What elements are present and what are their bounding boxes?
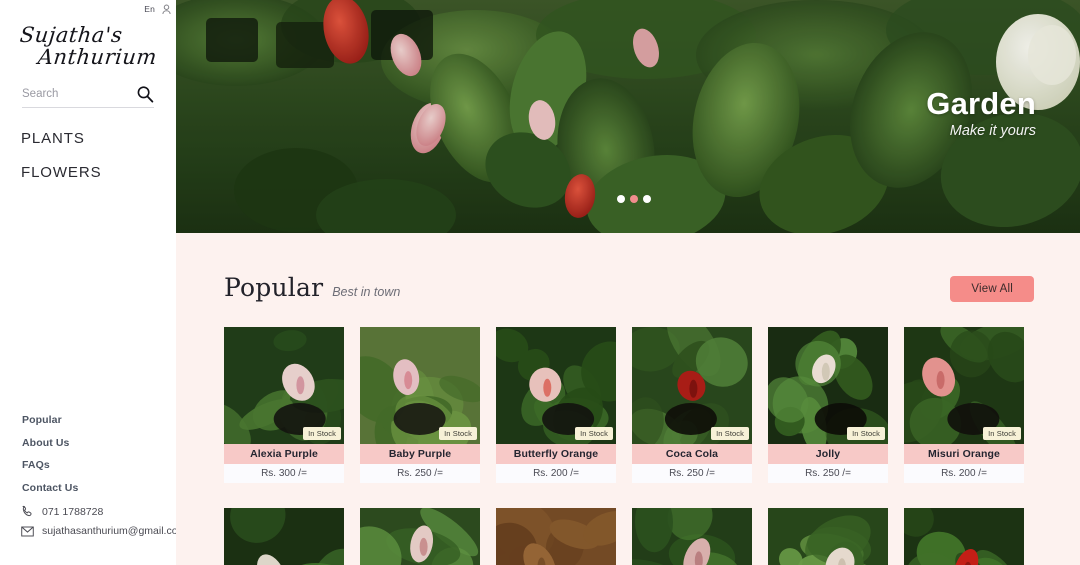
product-image[interactable] (768, 508, 888, 565)
search-icon[interactable] (136, 85, 154, 103)
footer-link-popular[interactable]: Popular (22, 414, 78, 426)
stock-badge: In Stock (847, 427, 885, 440)
hero-subtitle: Make it yours (949, 123, 1036, 139)
product-card[interactable] (360, 508, 480, 565)
contact-info: 071 1788728 sujathasanthurium@gmail.com (21, 505, 186, 544)
main-nav: PLANTS FLOWERS (21, 130, 176, 181)
product-card[interactable]: In Stock Jolly Rs. 250 /= (768, 327, 888, 483)
search-input[interactable] (22, 88, 114, 101)
brand-line-2: Anthurium (36, 45, 159, 70)
footer-link-about-us[interactable]: About Us (22, 437, 78, 449)
product-price: Rs. 250 /= (360, 464, 480, 483)
product-image[interactable] (632, 508, 752, 565)
product-price: Rs. 200 /= (496, 464, 616, 483)
sidebar: En Sujatha's Anthurium PLANTS (0, 0, 186, 565)
envelope-icon (21, 526, 34, 537)
phone-icon (21, 505, 34, 518)
view-all-button[interactable]: View All (950, 276, 1034, 302)
product-image[interactable] (224, 508, 344, 565)
search-bar[interactable] (22, 85, 154, 109)
product-grid: In Stock Alexia Purple Rs. 300 /= In Stock B… (176, 327, 1080, 483)
product-image[interactable] (360, 508, 480, 565)
carousel-dot-3[interactable] (643, 195, 651, 203)
carousel-dot-2[interactable] (630, 195, 638, 203)
phone-number: 071 1788728 (42, 505, 104, 518)
stock-badge: In Stock (439, 427, 477, 440)
email-address: sujathasanthurium@gmail.com (42, 525, 187, 537)
app-root: En Sujatha's Anthurium PLANTS (0, 0, 1080, 565)
product-card[interactable] (768, 508, 888, 565)
product-image[interactable] (904, 508, 1024, 565)
product-image[interactable]: In Stock (904, 327, 1024, 444)
product-card[interactable]: In Stock Butterfly Orange Rs. 200 /= (496, 327, 616, 483)
product-price: Rs. 200 /= (904, 464, 1024, 483)
product-name: Jolly (768, 444, 888, 464)
product-card[interactable]: In Stock Baby Purple Rs. 250 /= (360, 327, 480, 483)
product-card[interactable]: In Stock Coca Cola Rs. 250 /= (632, 327, 752, 483)
product-card[interactable] (224, 508, 344, 565)
product-card[interactable] (904, 508, 1024, 565)
main-content: Garden Make it yours Popular Best in tow… (176, 0, 1080, 565)
contact-email[interactable]: sujathasanthurium@gmail.com (21, 525, 186, 537)
nav-item-plants[interactable]: PLANTS (21, 130, 176, 147)
carousel-dot-1[interactable] (617, 195, 625, 203)
product-image[interactable]: In Stock (360, 327, 480, 444)
account-icon[interactable] (162, 4, 171, 15)
product-card[interactable]: In Stock Misuri Orange Rs. 200 /= (904, 327, 1024, 483)
brand-line-1: Sujatha's (18, 23, 124, 47)
product-image[interactable]: In Stock (632, 327, 752, 444)
stock-badge: In Stock (983, 427, 1021, 440)
footer-links: Popular About Us FAQs Contact Us (22, 414, 78, 504)
product-price: Rs. 250 /= (768, 464, 888, 483)
stock-badge: In Stock (575, 427, 613, 440)
section-subtitle: Best in town (332, 285, 401, 299)
stock-badge: In Stock (303, 427, 341, 440)
product-card[interactable] (496, 508, 616, 565)
product-name: Misuri Orange (904, 444, 1024, 464)
product-image[interactable] (496, 508, 616, 565)
product-name: Baby Purple (360, 444, 480, 464)
product-grid-row2 (176, 508, 1080, 565)
carousel-dots (617, 195, 651, 203)
product-price: Rs. 300 /= (224, 464, 344, 483)
footer-link-faqs[interactable]: FAQs (22, 459, 78, 471)
product-image[interactable]: In Stock (768, 327, 888, 444)
contact-phone[interactable]: 071 1788728 (21, 505, 186, 518)
section-title-group: Popular Best in town (224, 273, 400, 302)
sidebar-topbar: En (0, 0, 176, 14)
hero-title: Garden (926, 86, 1036, 121)
product-card[interactable] (632, 508, 752, 565)
product-name: Coca Cola (632, 444, 752, 464)
footer-link-contact-us[interactable]: Contact Us (22, 482, 78, 494)
product-card[interactable]: In Stock Alexia Purple Rs. 300 /= (224, 327, 344, 483)
product-image[interactable]: In Stock (224, 327, 344, 444)
brand-logo[interactable]: Sujatha's Anthurium (18, 23, 170, 70)
product-image[interactable]: In Stock (496, 327, 616, 444)
popular-section-header: Popular Best in town View All (176, 273, 1080, 302)
page-title: Popular (224, 273, 324, 302)
product-name: Butterfly Orange (496, 444, 616, 464)
stock-badge: In Stock (711, 427, 749, 440)
language-selector[interactable]: En (144, 4, 155, 14)
nav-item-flowers[interactable]: FLOWERS (21, 164, 176, 181)
hero-banner[interactable]: Garden Make it yours (176, 0, 1080, 233)
product-name: Alexia Purple (224, 444, 344, 464)
hero-text: Garden Make it yours (926, 88, 1036, 139)
product-price: Rs. 250 /= (632, 464, 752, 483)
